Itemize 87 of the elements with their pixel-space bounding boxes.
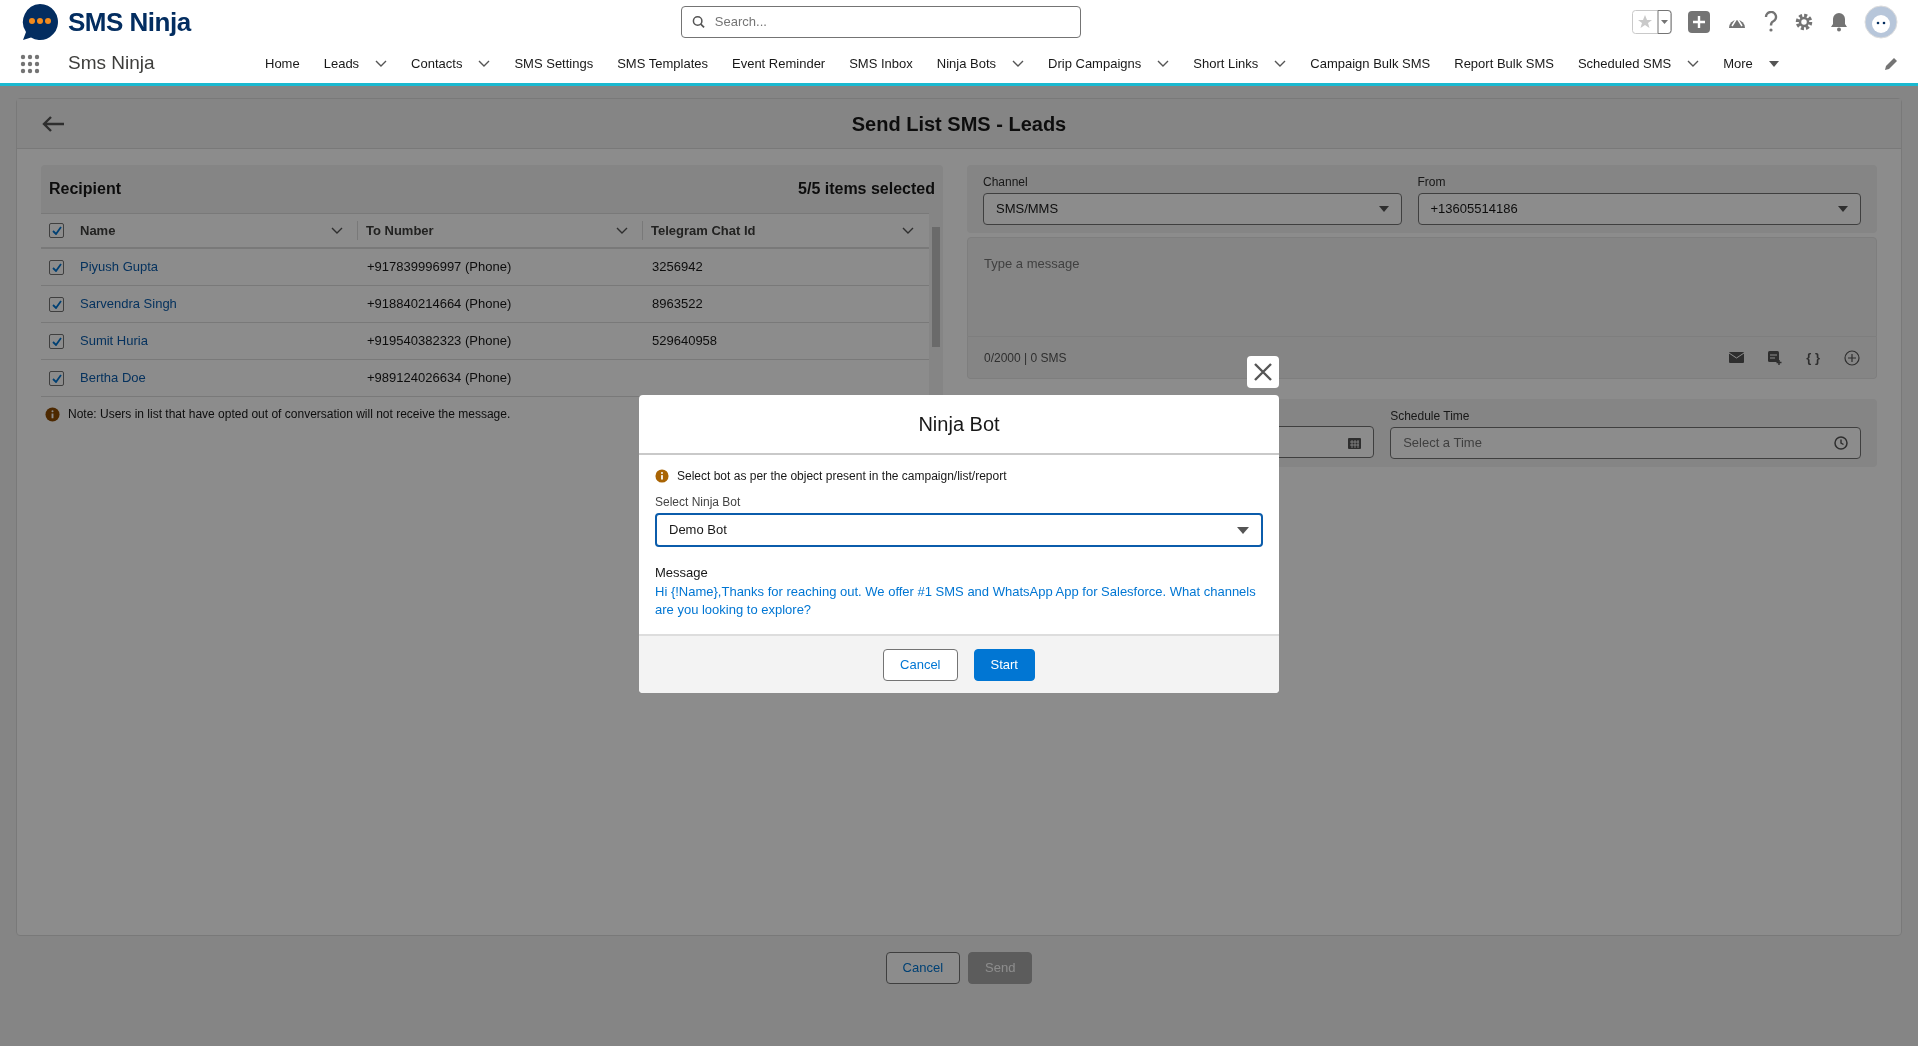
field-label: From <box>1417 174 1447 191</box>
column-header: Telegram Chat Id <box>651 221 757 240</box>
chevron-down-icon <box>478 60 491 67</box>
field-label: Schedule Time <box>1390 408 1471 425</box>
opt-out-note: Note: Users in list that have opted out of conversation will not receive the message. <box>68 406 511 423</box>
app-launcher-icon[interactable] <box>20 53 40 74</box>
calendar-icon <box>1348 435 1362 449</box>
field-label: Channel <box>983 174 1029 191</box>
nav-tab[interactable]: Campaign Bulk SMS <box>1298 53 1443 74</box>
close-button[interactable] <box>1247 356 1279 388</box>
dropdown-triangle-icon <box>1378 206 1389 212</box>
field-label: Select Ninja Bot <box>655 494 742 511</box>
info-icon <box>45 406 60 422</box>
merge-field-button[interactable]: { } <box>1806 351 1820 364</box>
table-cell: 3256942 <box>652 259 703 275</box>
nav-tab[interactable]: SMS Templates <box>605 53 720 74</box>
info-icon <box>655 469 669 483</box>
chevron-down-icon <box>1012 60 1025 67</box>
nav-tab[interactable]: Report Bulk SMS <box>1442 53 1566 74</box>
template-icon[interactable] <box>1768 350 1783 365</box>
table-cell: +918840214664 (Phone) <box>367 296 512 312</box>
from-select[interactable]: +13605514186 <box>1417 193 1861 225</box>
nav-tab[interactable]: Ninja Bots <box>924 53 1037 74</box>
plus-icon[interactable] <box>1688 11 1710 33</box>
recipient-name-link[interactable]: Sumit Huria <box>80 331 148 351</box>
character-counter: 0/2000 | 0 SMS <box>984 349 1067 367</box>
recipient-name-link[interactable]: Sarvendra Singh <box>80 294 177 314</box>
primary-button[interactable]: Start <box>973 649 1035 682</box>
nav-tab[interactable]: More <box>1711 53 1791 74</box>
recipient-name-link[interactable]: Bertha Doe <box>80 368 146 388</box>
message-label: Message <box>655 564 709 582</box>
search-icon <box>691 15 705 29</box>
chevron-down-icon <box>1274 60 1287 67</box>
table-cell: +919540382323 (Phone) <box>367 333 512 349</box>
chevron-down-icon <box>1157 60 1170 67</box>
nav-tab[interactable]: Scheduled SMS <box>1565 53 1712 74</box>
table-cell: +989124026634 (Phone) <box>367 370 512 386</box>
edit-pencil-icon[interactable] <box>1884 56 1898 71</box>
chevron-down-icon[interactable] <box>616 227 628 234</box>
table-cell: 8963522 <box>652 296 703 312</box>
chevron-down-icon <box>1687 60 1700 67</box>
logo-icon <box>20 2 60 42</box>
recipient-name-link[interactable]: Piyush Gupta <box>80 257 159 277</box>
modal-title: Ninja Bot <box>918 413 1000 435</box>
nav-tab[interactable]: Leads <box>311 53 400 74</box>
checkbox[interactable] <box>49 333 64 349</box>
nav-tab[interactable]: Event Reminder <box>720 53 838 74</box>
envelope-icon[interactable] <box>1729 352 1745 363</box>
settings-icon[interactable] <box>1794 12 1814 32</box>
help-icon[interactable] <box>1764 11 1778 33</box>
search-field[interactable]: Search... <box>680 6 1081 38</box>
app-name: Sms Ninja <box>68 51 156 76</box>
nav-tab[interactable]: SMS Inbox <box>837 53 925 74</box>
channel-select[interactable]: SMS/MMS <box>983 193 1402 225</box>
checkbox[interactable] <box>49 296 64 312</box>
selection-count: 5/5 items selected <box>798 179 935 199</box>
chevron-down-icon[interactable] <box>902 227 914 234</box>
bot-message: Hi {!Name},Thanks for reaching out. We offer #1 SMS and WhatsApp App for Salesforce. What channels are you looking to explore? <box>655 582 1257 620</box>
chevron-down-icon <box>375 60 388 67</box>
clock-icon <box>1834 436 1848 450</box>
nav-tab[interactable]: Drip Campaigns <box>1036 53 1182 74</box>
add-circle-icon[interactable] <box>1844 349 1860 366</box>
panel-title: Recipient <box>49 179 121 199</box>
close-icon <box>1253 362 1273 382</box>
column-header: To Number <box>366 221 435 240</box>
cancel-button[interactable]: Cancel <box>883 649 958 682</box>
message-field[interactable]: Type a message <box>967 237 1877 337</box>
checkbox[interactable] <box>49 223 64 238</box>
checkbox[interactable] <box>49 259 64 275</box>
table-cell: +917839996997 (Phone) <box>367 259 512 275</box>
page-title: Send List SMS - Leads <box>850 111 1068 136</box>
bot-select[interactable]: Demo Bot <box>655 513 1263 547</box>
nav-tab[interactable]: Home <box>253 53 312 74</box>
dropdown-triangle-icon <box>1237 526 1249 534</box>
back-arrow-icon[interactable] <box>41 114 65 133</box>
table-cell: 529640958 <box>652 333 718 349</box>
column-header: Name <box>80 221 117 240</box>
info-text: Select bot as per the object present in the campaign/list/report <box>677 468 1007 485</box>
nav-tab[interactable]: Short Links <box>1181 53 1299 74</box>
chevron-down-icon[interactable] <box>331 227 343 234</box>
dropdown-triangle-icon <box>1768 60 1779 67</box>
nav-tab[interactable]: SMS Settings <box>502 53 606 74</box>
dropdown-triangle-icon <box>1838 206 1848 212</box>
nav-tab[interactable]: Contacts <box>399 53 503 74</box>
checkbox[interactable] <box>49 370 64 386</box>
notifications-bell-icon[interactable] <box>1830 12 1848 32</box>
logo-text: SMS Ninja <box>68 5 191 39</box>
